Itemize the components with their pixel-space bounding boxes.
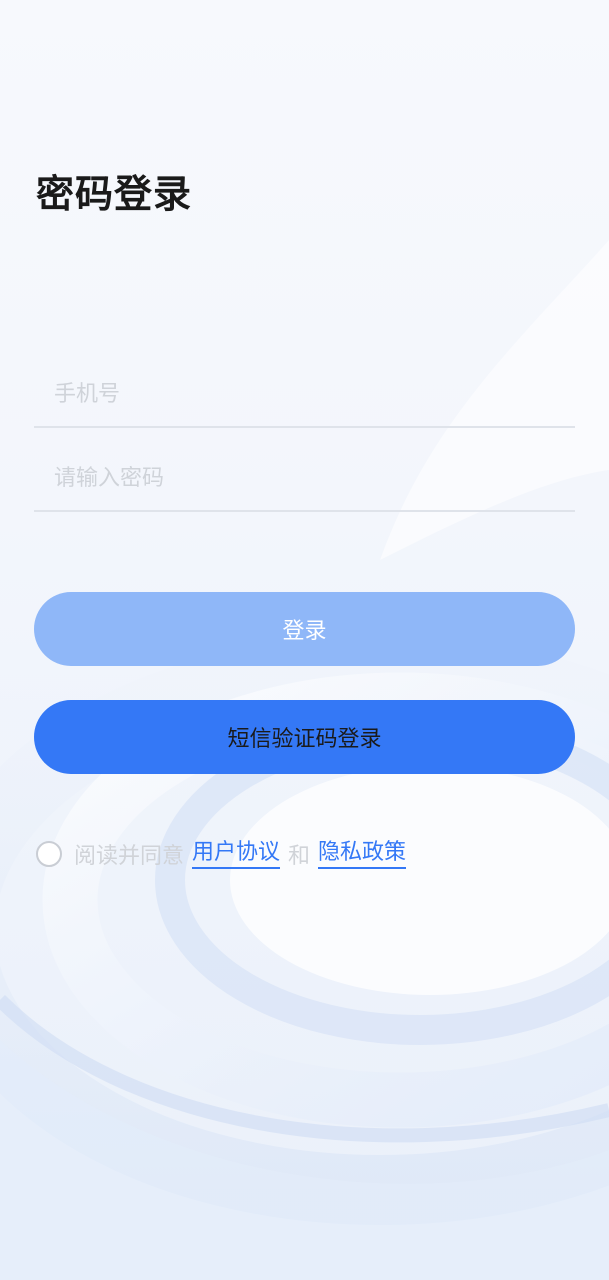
login-screen: 密码登录 登录 短信验证码登录 阅读并同意 用户协议 和 隐私政策 xyxy=(0,0,609,1280)
page-title: 密码登录 xyxy=(36,172,193,216)
user-agreement-link[interactable]: 用户协议 xyxy=(192,839,281,869)
agreement-row: 阅读并同意 用户协议 和 隐私政策 xyxy=(36,836,414,872)
password-field xyxy=(34,440,575,512)
login-button[interactable]: 登录 xyxy=(34,592,575,666)
phone-field xyxy=(34,356,575,428)
agreement-prefix: 阅读并同意 xyxy=(74,844,185,869)
phone-input[interactable] xyxy=(54,374,554,414)
agreement-and-text: 和 xyxy=(288,844,311,869)
privacy-policy-link[interactable]: 隐私政策 xyxy=(318,839,407,869)
agreement-checkbox[interactable] xyxy=(36,841,62,867)
password-input[interactable] xyxy=(54,458,554,498)
sms-code-login-button[interactable]: 短信验证码登录 xyxy=(34,700,575,774)
